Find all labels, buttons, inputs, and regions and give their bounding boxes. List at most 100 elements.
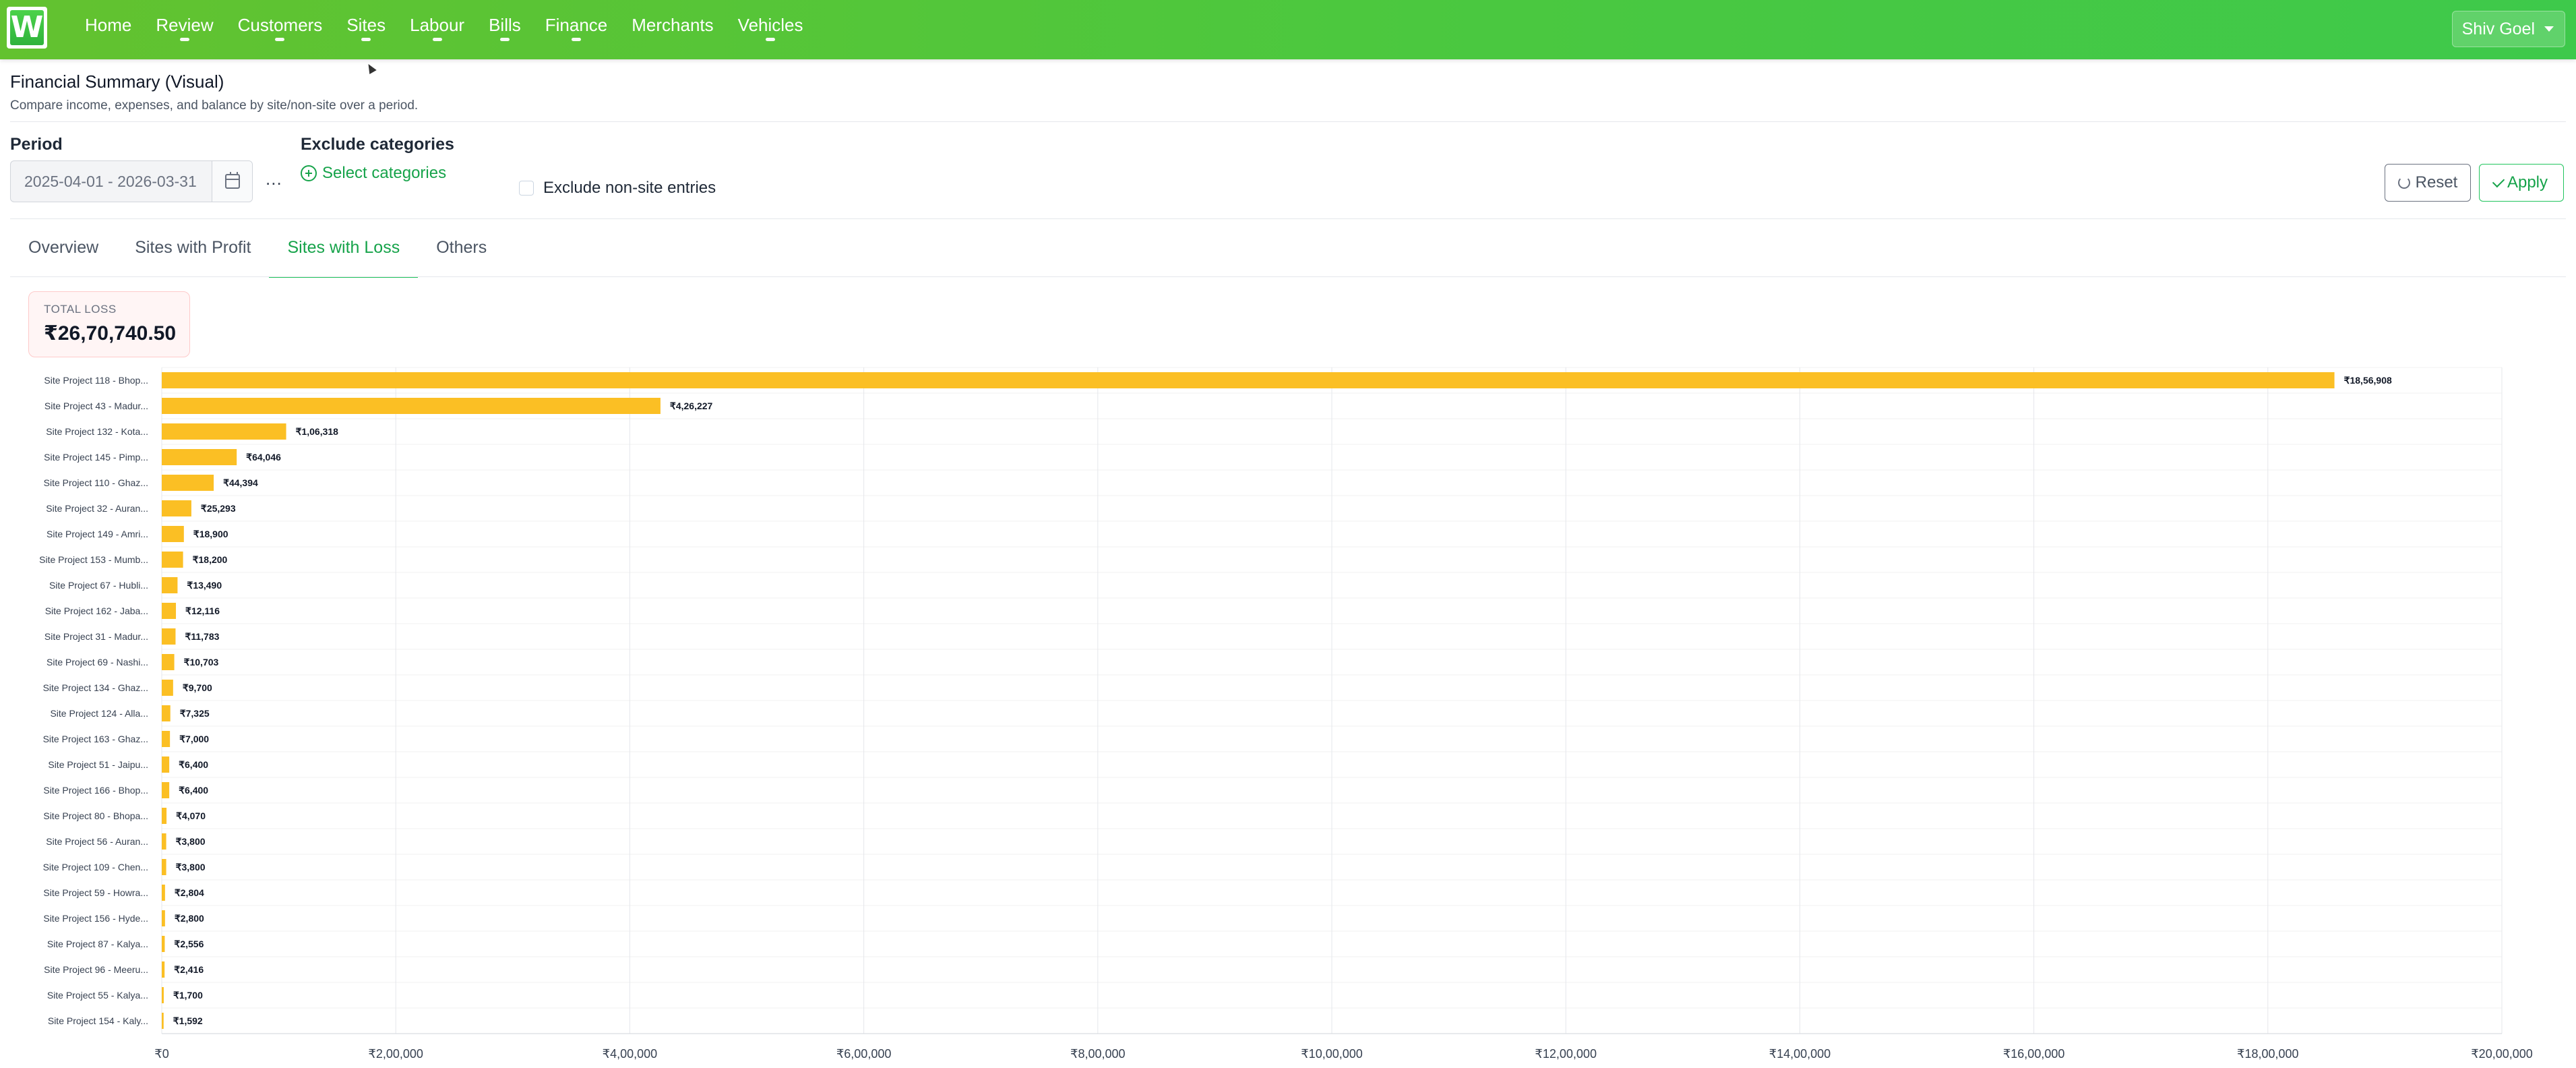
category-label: Site Project 124 - Alla...	[50, 708, 148, 719]
nav-item-labour[interactable]: Labour	[398, 0, 477, 59]
total-loss-value: ₹26,70,740.50	[44, 322, 177, 345]
apply-button[interactable]: Apply	[2479, 164, 2564, 202]
x-tick-label: ₹4,00,000	[603, 1047, 658, 1061]
data-label: ₹4,070	[176, 810, 206, 821]
bar	[162, 961, 165, 978]
more-options-button[interactable]: ...	[266, 169, 282, 189]
bar	[162, 885, 165, 901]
top-navbar: W Home Review Customers Sites Labour Bills Fin…	[0, 0, 2576, 59]
nav-item-label: Finance	[545, 15, 608, 35]
main-nav: Home Review Customers Sites Labour Bills Finan…	[73, 0, 816, 59]
bar	[162, 526, 184, 542]
data-label: ₹7,000	[179, 734, 209, 744]
nav-item-label: Customers	[237, 15, 323, 35]
category-label: Site Project 109 - Chen...	[43, 862, 148, 872]
calendar-button[interactable]	[212, 161, 252, 202]
nav-item-label: Home	[85, 15, 132, 35]
bar	[162, 475, 214, 491]
page-subtitle: Compare income, expenses, and balance by…	[10, 98, 419, 113]
dropdown-indicator-icon	[432, 38, 442, 41]
x-tick-label: ₹2,00,000	[368, 1047, 423, 1061]
category-label: Site Project 56 - Auran...	[46, 836, 148, 847]
x-tick-label: ₹10,00,000	[1301, 1047, 1363, 1061]
x-tick-label: ₹6,00,000	[836, 1047, 892, 1061]
data-label: ₹4,26,227	[670, 400, 713, 411]
data-label: ₹44,394	[223, 477, 258, 488]
total-loss-card: TOTAL LOSS ₹26,70,740.50	[28, 291, 190, 357]
dropdown-indicator-icon	[499, 38, 510, 41]
bar	[162, 833, 166, 850]
bar	[162, 782, 170, 798]
dropdown-indicator-icon	[572, 38, 582, 41]
bar	[162, 423, 286, 440]
category-label: Site Project 96 - Meeru...	[44, 964, 148, 975]
data-label: ₹2,416	[174, 964, 204, 975]
data-label: ₹18,200	[193, 554, 228, 565]
exclude-categories-label: Exclude categories	[301, 135, 454, 154]
x-tick-label: ₹0	[154, 1047, 168, 1061]
bar	[162, 654, 175, 670]
nav-item-customers[interactable]: Customers	[226, 0, 335, 59]
category-label: Site Project 163 - Ghaz...	[43, 734, 148, 744]
category-label: Site Project 67 - Hubli...	[49, 580, 148, 591]
reset-button[interactable]: Reset	[2385, 164, 2471, 202]
category-label: Site Project 59 - Howra...	[43, 887, 148, 898]
nav-item-home[interactable]: Home	[73, 0, 144, 59]
category-label: Site Project 156 - Hyde...	[43, 913, 148, 924]
bar	[162, 577, 178, 593]
select-categories-button[interactable]: Select categories	[301, 164, 446, 183]
data-label: ₹64,046	[246, 452, 281, 463]
calendar-icon	[224, 172, 240, 189]
tab-sites-with-profit[interactable]: Sites with Profit	[117, 227, 269, 278]
x-tick-label: ₹14,00,000	[1769, 1047, 1831, 1061]
data-label: ₹7,325	[180, 708, 210, 719]
category-label: Site Project 153 - Mumb...	[39, 554, 148, 565]
app-logo[interactable]: W	[7, 7, 47, 49]
nav-item-label: Labour	[410, 15, 465, 35]
data-label: ₹2,556	[174, 939, 204, 949]
data-label: ₹1,06,318	[296, 426, 339, 437]
summary-tabs: Overview Sites with Profit Sites with Loss…	[10, 227, 505, 278]
nav-item-review[interactable]: Review	[144, 0, 225, 59]
data-label: ₹1,700	[173, 990, 203, 1001]
x-tick-label: ₹12,00,000	[1535, 1047, 1597, 1061]
tab-others[interactable]: Others	[418, 227, 505, 278]
exclude-non-site-checkbox[interactable]	[519, 181, 534, 196]
nav-item-vehicles[interactable]: Vehicles	[726, 0, 816, 59]
nav-item-merchants[interactable]: Merchants	[619, 0, 725, 59]
user-name: Shiv Goel	[2461, 19, 2535, 38]
bar	[162, 603, 177, 619]
category-label: Site Project 162 - Jaba...	[45, 605, 148, 616]
tab-sites-with-loss[interactable]: Sites with Loss	[269, 227, 418, 278]
total-loss-label: TOTAL LOSS	[44, 303, 117, 316]
plus-circle-icon	[301, 165, 317, 181]
dropdown-indicator-icon	[766, 38, 776, 41]
user-menu-button[interactable]: Shiv Goel	[2451, 11, 2565, 47]
nav-item-finance[interactable]: Finance	[533, 0, 620, 59]
tab-overview[interactable]: Overview	[10, 227, 117, 278]
bar	[162, 1013, 164, 1029]
data-label: ₹12,116	[185, 605, 220, 616]
x-tick-label: ₹18,00,000	[2237, 1047, 2299, 1061]
data-label: ₹18,900	[193, 529, 228, 539]
category-label: Site Project 134 - Ghaz...	[43, 682, 148, 693]
period-input[interactable]: 2025-04-01 - 2026-03-31	[11, 161, 212, 202]
category-label: Site Project 154 - Kaly...	[48, 1015, 148, 1026]
category-label: Site Project 43 - Madur...	[44, 400, 148, 411]
bar	[162, 936, 165, 952]
x-tick-label: ₹20,00,000	[2471, 1047, 2533, 1061]
data-label: ₹25,293	[201, 503, 236, 514]
data-label: ₹11,783	[185, 631, 219, 642]
category-label: Site Project 69 - Nashi...	[47, 657, 148, 668]
exclude-non-site-label[interactable]: Exclude non-site entries	[543, 179, 716, 198]
data-label: ₹6,400	[179, 785, 208, 796]
check-icon	[2492, 175, 2505, 188]
data-label: ₹9,700	[183, 682, 212, 693]
nav-item-sites[interactable]: Sites	[334, 0, 398, 59]
nav-item-bills[interactable]: Bills	[477, 0, 533, 59]
dropdown-indicator-icon	[275, 38, 285, 41]
category-label: Site Project 149 - Amri...	[47, 529, 148, 539]
bar	[162, 449, 237, 465]
period-picker[interactable]: 2025-04-01 - 2026-03-31	[10, 160, 253, 202]
loss-bar-chart: ₹0 ₹2,00,000 ₹4,00,000 ₹6,00,000 ₹8,00,000 ₹1…	[39, 367, 2533, 1061]
